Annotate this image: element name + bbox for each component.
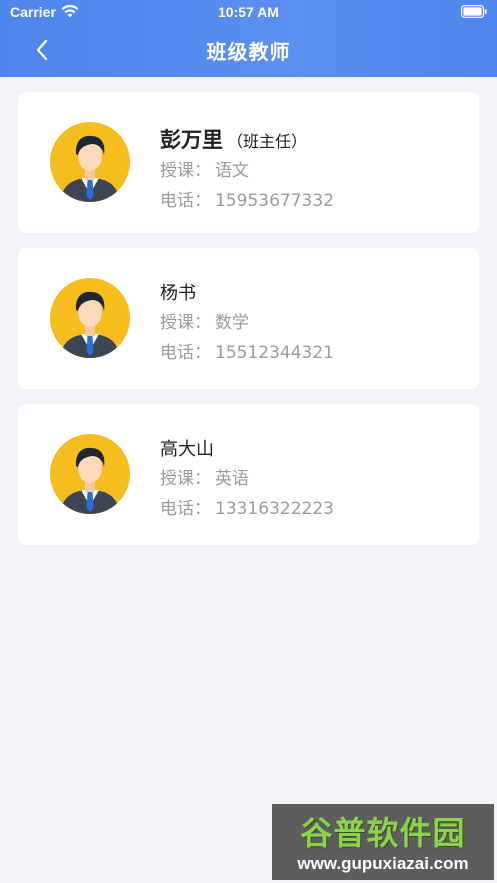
phone-label: 电话： — [160, 191, 211, 211]
site-watermark: 谷普软件园 www.gupuxiazai.com — [272, 804, 494, 880]
teacher-name: 彭万里 — [160, 128, 223, 152]
teacher-role: （班主任） — [227, 132, 308, 151]
teacher-avatar-icon — [50, 122, 130, 202]
watermark-url: www.gupuxiazai.com — [297, 854, 469, 873]
subject-value: 英语 — [215, 469, 249, 489]
teacher-card[interactable]: 高大山 授课： 英语 电话： 13316322223 — [18, 404, 479, 545]
subject-label: 授课： — [160, 161, 211, 181]
subject-label: 授课： — [160, 313, 211, 333]
subject-row: 授课： 数学 — [160, 308, 249, 333]
status-bar: Carrier 10:57 AM — [0, 0, 497, 26]
watermark-title: 谷普软件园 — [300, 814, 466, 852]
teacher-name-row: 彭万里 （班主任） — [160, 124, 307, 154]
subject-label: 授课： — [160, 469, 211, 489]
teacher-card[interactable]: 杨书 授课： 数学 电话： 15512344321 — [18, 248, 479, 389]
teacher-name: 杨书 — [160, 283, 196, 304]
teacher-card[interactable]: 彭万里 （班主任） 授课： 语文 电话： 15953677332 — [18, 92, 479, 233]
subject-value: 数学 — [215, 313, 249, 333]
phone-number[interactable]: 15953677332 — [215, 191, 334, 211]
subject-value: 语文 — [215, 161, 249, 181]
teacher-name-row: 高大山 — [160, 435, 218, 461]
teacher-name-row: 杨书 — [160, 279, 200, 305]
phone-label: 电话： — [160, 343, 211, 363]
teacher-avatar-icon — [50, 278, 130, 358]
phone-number[interactable]: 13316322223 — [215, 499, 334, 519]
phone-number[interactable]: 15512344321 — [215, 343, 334, 363]
app-header: Carrier 10:57 AM 班级教师 — [0, 0, 497, 77]
teacher-avatar-icon — [50, 434, 130, 514]
subject-row: 授课： 英语 — [160, 464, 249, 489]
subject-row: 授课： 语文 — [160, 156, 249, 181]
phone-label: 电话： — [160, 499, 211, 519]
status-time: 10:57 AM — [218, 4, 279, 20]
phone-row[interactable]: 电话： 15512344321 — [160, 338, 334, 363]
phone-row[interactable]: 电话： 13316322223 — [160, 494, 334, 519]
navigation-bar: 班级教师 — [0, 26, 497, 77]
page-title: 班级教师 — [206, 40, 291, 64]
teacher-name: 高大山 — [160, 439, 214, 460]
phone-row[interactable]: 电话： 15953677332 — [160, 186, 334, 211]
battery-icon — [461, 5, 487, 18]
